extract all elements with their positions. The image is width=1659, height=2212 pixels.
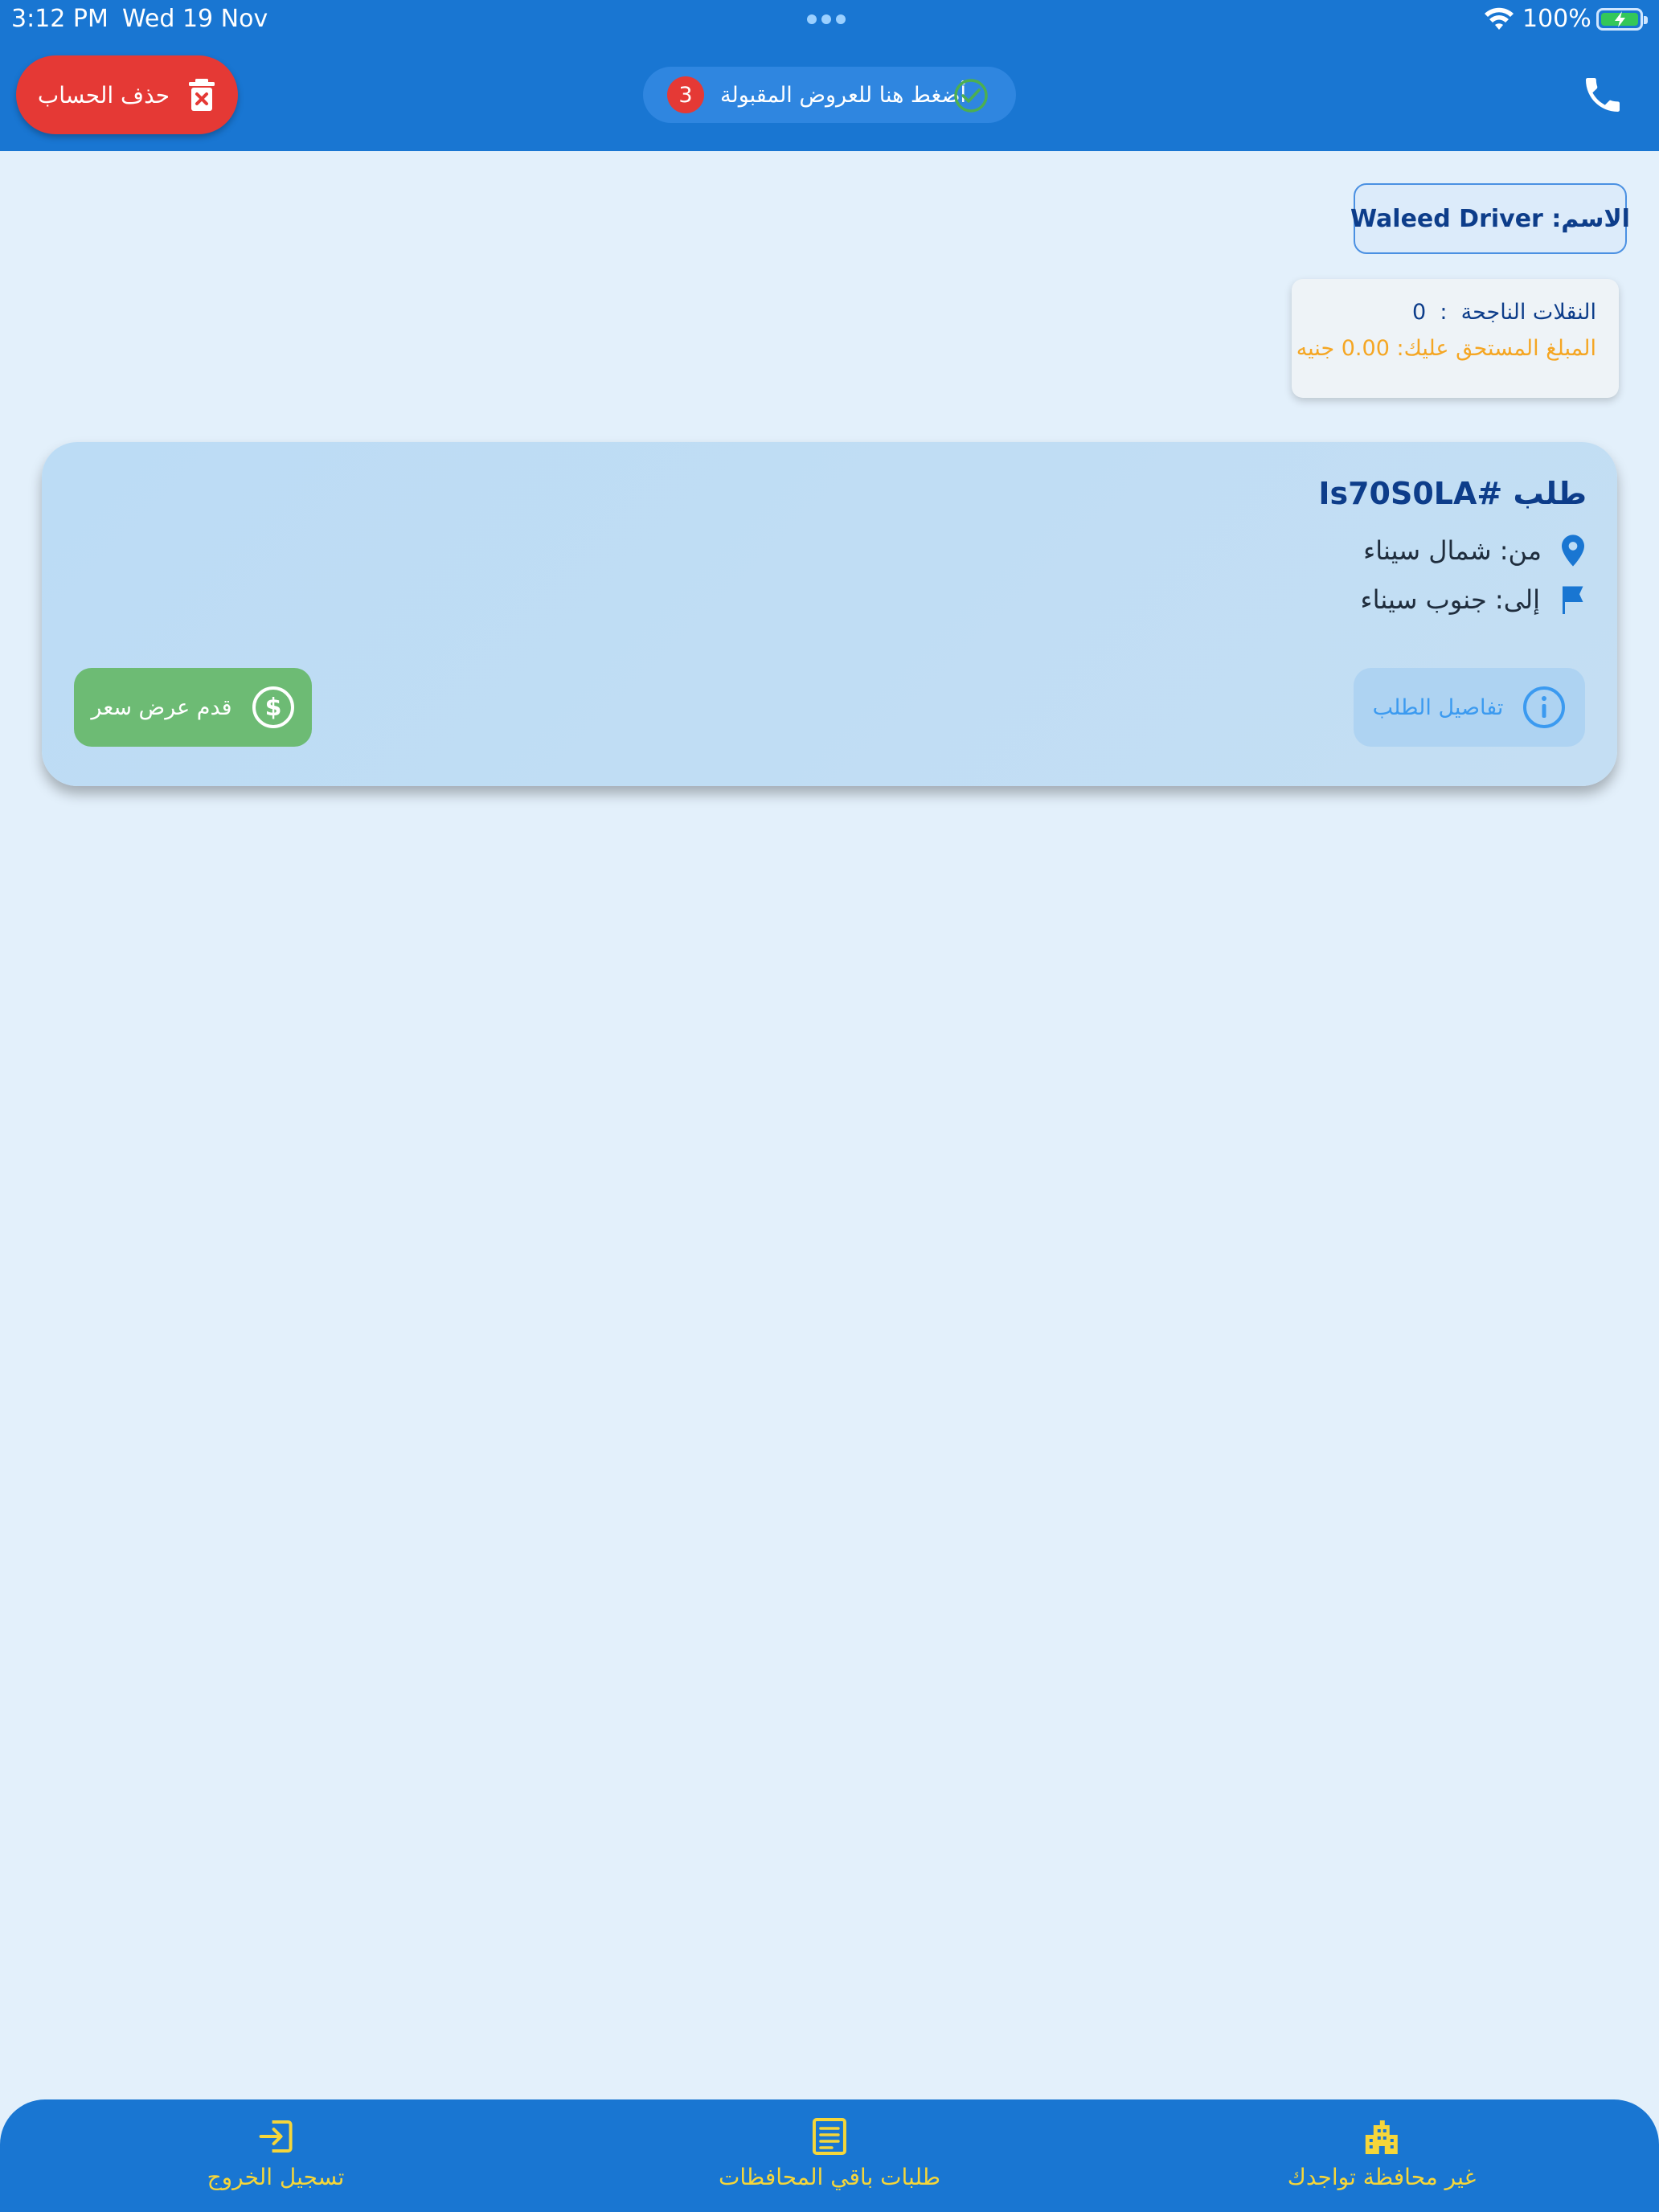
order-id: #Is70S0LA — [1318, 476, 1503, 511]
status-time: 3:12 PM — [11, 5, 109, 33]
amount-due-value: 0.00 — [1341, 336, 1390, 361]
bottom-navigation: تسجيل الخروج طلبات باقي المحافظات غير مح… — [0, 2099, 1659, 2212]
amount-due-label: المبلغ المستحق عليك: — [1396, 336, 1596, 361]
flag-icon — [1563, 586, 1583, 614]
amount-due-row: المبلغ المستحق عليك: 0.00 جنيه — [1292, 336, 1596, 361]
battery-percent: 100% — [1522, 5, 1591, 33]
accepted-offers-count-badge: 3 — [667, 76, 704, 113]
multitasking-dots-icon[interactable] — [807, 14, 846, 24]
delete-account-label: حذف الحساب — [37, 81, 170, 109]
driver-name-value: Waleed Driver — [1350, 204, 1543, 233]
order-from-value: شمال سيناء — [1363, 535, 1492, 566]
order-card: طلب #Is70S0LA من: شمال سيناء إلى: جنوب س… — [42, 442, 1617, 786]
check-circle-icon — [954, 79, 988, 113]
successful-transfers-separator: : — [1440, 300, 1448, 325]
accepted-offers-button[interactable]: 3 أضغط هنا للعروض المقبولة — [643, 67, 1016, 123]
submit-price-offer-button[interactable]: $ قدم عرض سعر — [74, 668, 312, 747]
order-details-label: تفاصيل الطلب — [1372, 694, 1504, 720]
successful-transfers-value: 0 — [1412, 300, 1427, 325]
order-title-prefix: طلب — [1513, 476, 1587, 511]
order-to-row: إلى: جنوب سيناء — [1361, 584, 1587, 616]
successful-transfers-row: النقلات الناجحة : 0 — [1292, 300, 1596, 325]
driver-stats-card: النقلات الناجحة : 0 المبلغ المستحق عليك:… — [1292, 279, 1619, 398]
delete-account-button[interactable]: حذف الحساب — [16, 55, 238, 134]
order-to-label: إلى: — [1494, 584, 1540, 615]
info-icon — [1523, 686, 1566, 728]
app-bar: حذف الحساب 3 أضغط هنا للعروض المقبولة — [0, 39, 1659, 151]
location-pin-icon — [1562, 535, 1584, 567]
accepted-offers-label: أضغط هنا للعروض المقبولة — [720, 83, 967, 108]
wifi-icon — [1485, 7, 1514, 30]
driver-name-label: الاسم: — [1551, 204, 1630, 233]
status-date: Wed 19 Nov — [122, 5, 268, 33]
trash-icon — [189, 79, 215, 111]
nav-logout[interactable]: تسجيل الخروج — [207, 2117, 345, 2190]
driver-name-chip: الاسم: Waleed Driver — [1350, 183, 1630, 254]
submit-price-offer-label: قدم عرض سعر — [91, 694, 232, 720]
list-icon — [813, 2118, 846, 2155]
order-from-label: من: — [1499, 535, 1542, 566]
successful-transfers-label: النقلات الناجحة — [1460, 300, 1596, 325]
nav-other-governorates-requests[interactable]: طلبات باقي المحافظات — [719, 2117, 940, 2190]
order-to-value: جنوب سيناء — [1360, 584, 1487, 615]
phone-icon[interactable] — [1580, 72, 1625, 117]
nav-other-governorates-label: طلبات باقي المحافظات — [718, 2164, 941, 2190]
dollar-circle-icon: $ — [252, 686, 294, 728]
amount-due-currency: جنيه — [1296, 336, 1335, 361]
svg-text:$: $ — [264, 694, 281, 722]
nav-change-governorate[interactable]: غير محافظة تواجدك — [1288, 2117, 1476, 2190]
nav-logout-label: تسجيل الخروج — [207, 2164, 345, 2190]
order-from-row: من: شمال سيناء — [1363, 534, 1587, 567]
order-details-button[interactable]: تفاصيل الطلب — [1354, 668, 1585, 747]
status-bar: 3:12 PM Wed 19 Nov 100% — [0, 0, 1659, 39]
nav-change-governorate-label: غير محافظة تواجدك — [1287, 2164, 1477, 2190]
battery-icon — [1596, 8, 1648, 31]
buildings-icon — [1366, 2120, 1398, 2154]
logout-icon — [260, 2120, 293, 2153]
order-title: طلب #Is70S0LA — [1318, 476, 1587, 511]
